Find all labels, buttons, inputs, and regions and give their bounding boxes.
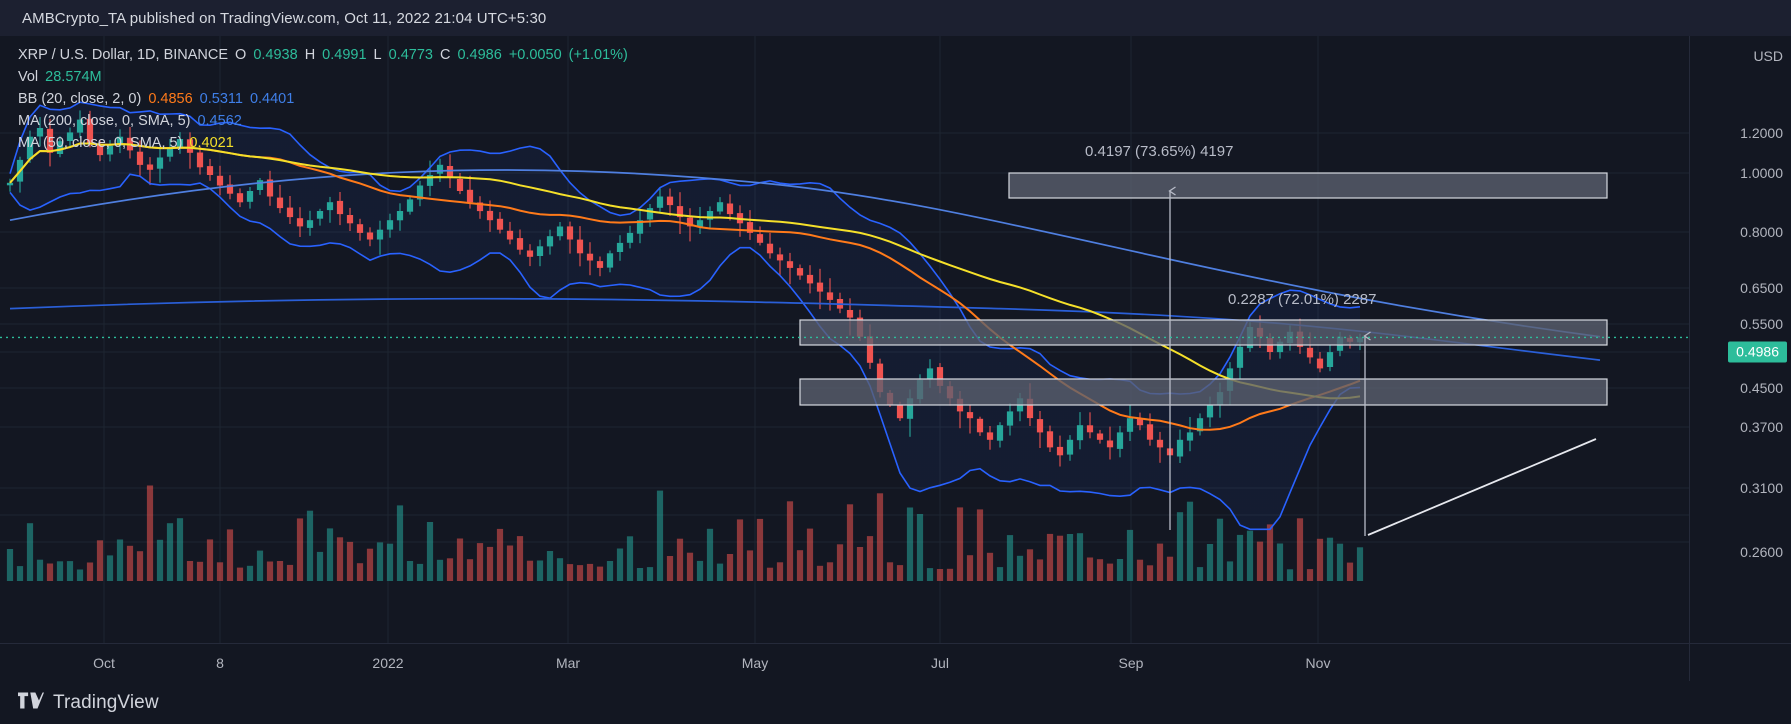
time-tick-6: Sep [1118,655,1144,671]
time-tick-2: 2022 [372,655,404,671]
mid-resistance-zone [799,319,1608,346]
attribution-text: AMBCrypto_TA published on TradingView.co… [22,9,547,27]
price-tick-6: 0.3700 [1740,419,1783,435]
tradingview-chart-screenshot: { "attribution": { "text": "AMBCrypto_TA… [0,0,1791,724]
time-tick-3: Mar [555,655,581,671]
plot-area[interactable] [0,36,1689,643]
time-tick-0: Oct [93,655,115,671]
price-tick-5: 0.4500 [1740,380,1783,396]
time-tick-4: May [741,655,769,671]
lower-measure-label: 0.2287 (72.01%) 2287 [1228,291,1377,308]
tradingview-logo[interactable]: TradingView [0,692,159,714]
price-tick-0: 1.2000 [1740,125,1783,141]
tradingview-mark-icon [18,692,44,714]
chart-container[interactable]: XRP / U.S. Dollar, 1D, BINANCE O 0.4938 H… [0,36,1791,681]
time-tick-7: Nov [1305,655,1331,671]
axis-corner [1689,643,1791,681]
white-trendline [1367,438,1597,536]
price-chart-svg [0,36,1689,643]
price-tick-1: 1.0000 [1740,165,1783,181]
footer-bar: TradingView [0,681,1791,724]
time-axis[interactable]: Oct 8 2022 Mar May Jul Sep Nov [0,643,1689,681]
price-axis-unit: USD [1753,48,1783,64]
time-tick-5: Jul [931,655,949,671]
price-tick-4: 0.5500 [1740,316,1783,332]
price-tick-8: 0.2600 [1740,544,1783,560]
upper-resistance-zone [1008,172,1608,199]
price-tick-3: 0.6500 [1740,280,1783,296]
lower-support-zone [799,378,1608,406]
price-axis[interactable]: USD 1.2000 1.0000 0.8000 0.6500 0.5500 0… [1689,36,1791,643]
current-price-badge: 0.4986 [1728,341,1787,363]
upper-measure-label: 0.4197 (73.65%) 4197 [1085,143,1234,160]
price-tick-7: 0.3100 [1740,480,1783,496]
tradingview-logo-text: TradingView [53,691,159,713]
attribution-bar: AMBCrypto_TA published on TradingView.co… [0,0,1791,36]
time-tick-1: 8 [216,655,224,671]
volume-histogram [6,485,1364,581]
price-tick-2: 0.8000 [1740,224,1783,240]
